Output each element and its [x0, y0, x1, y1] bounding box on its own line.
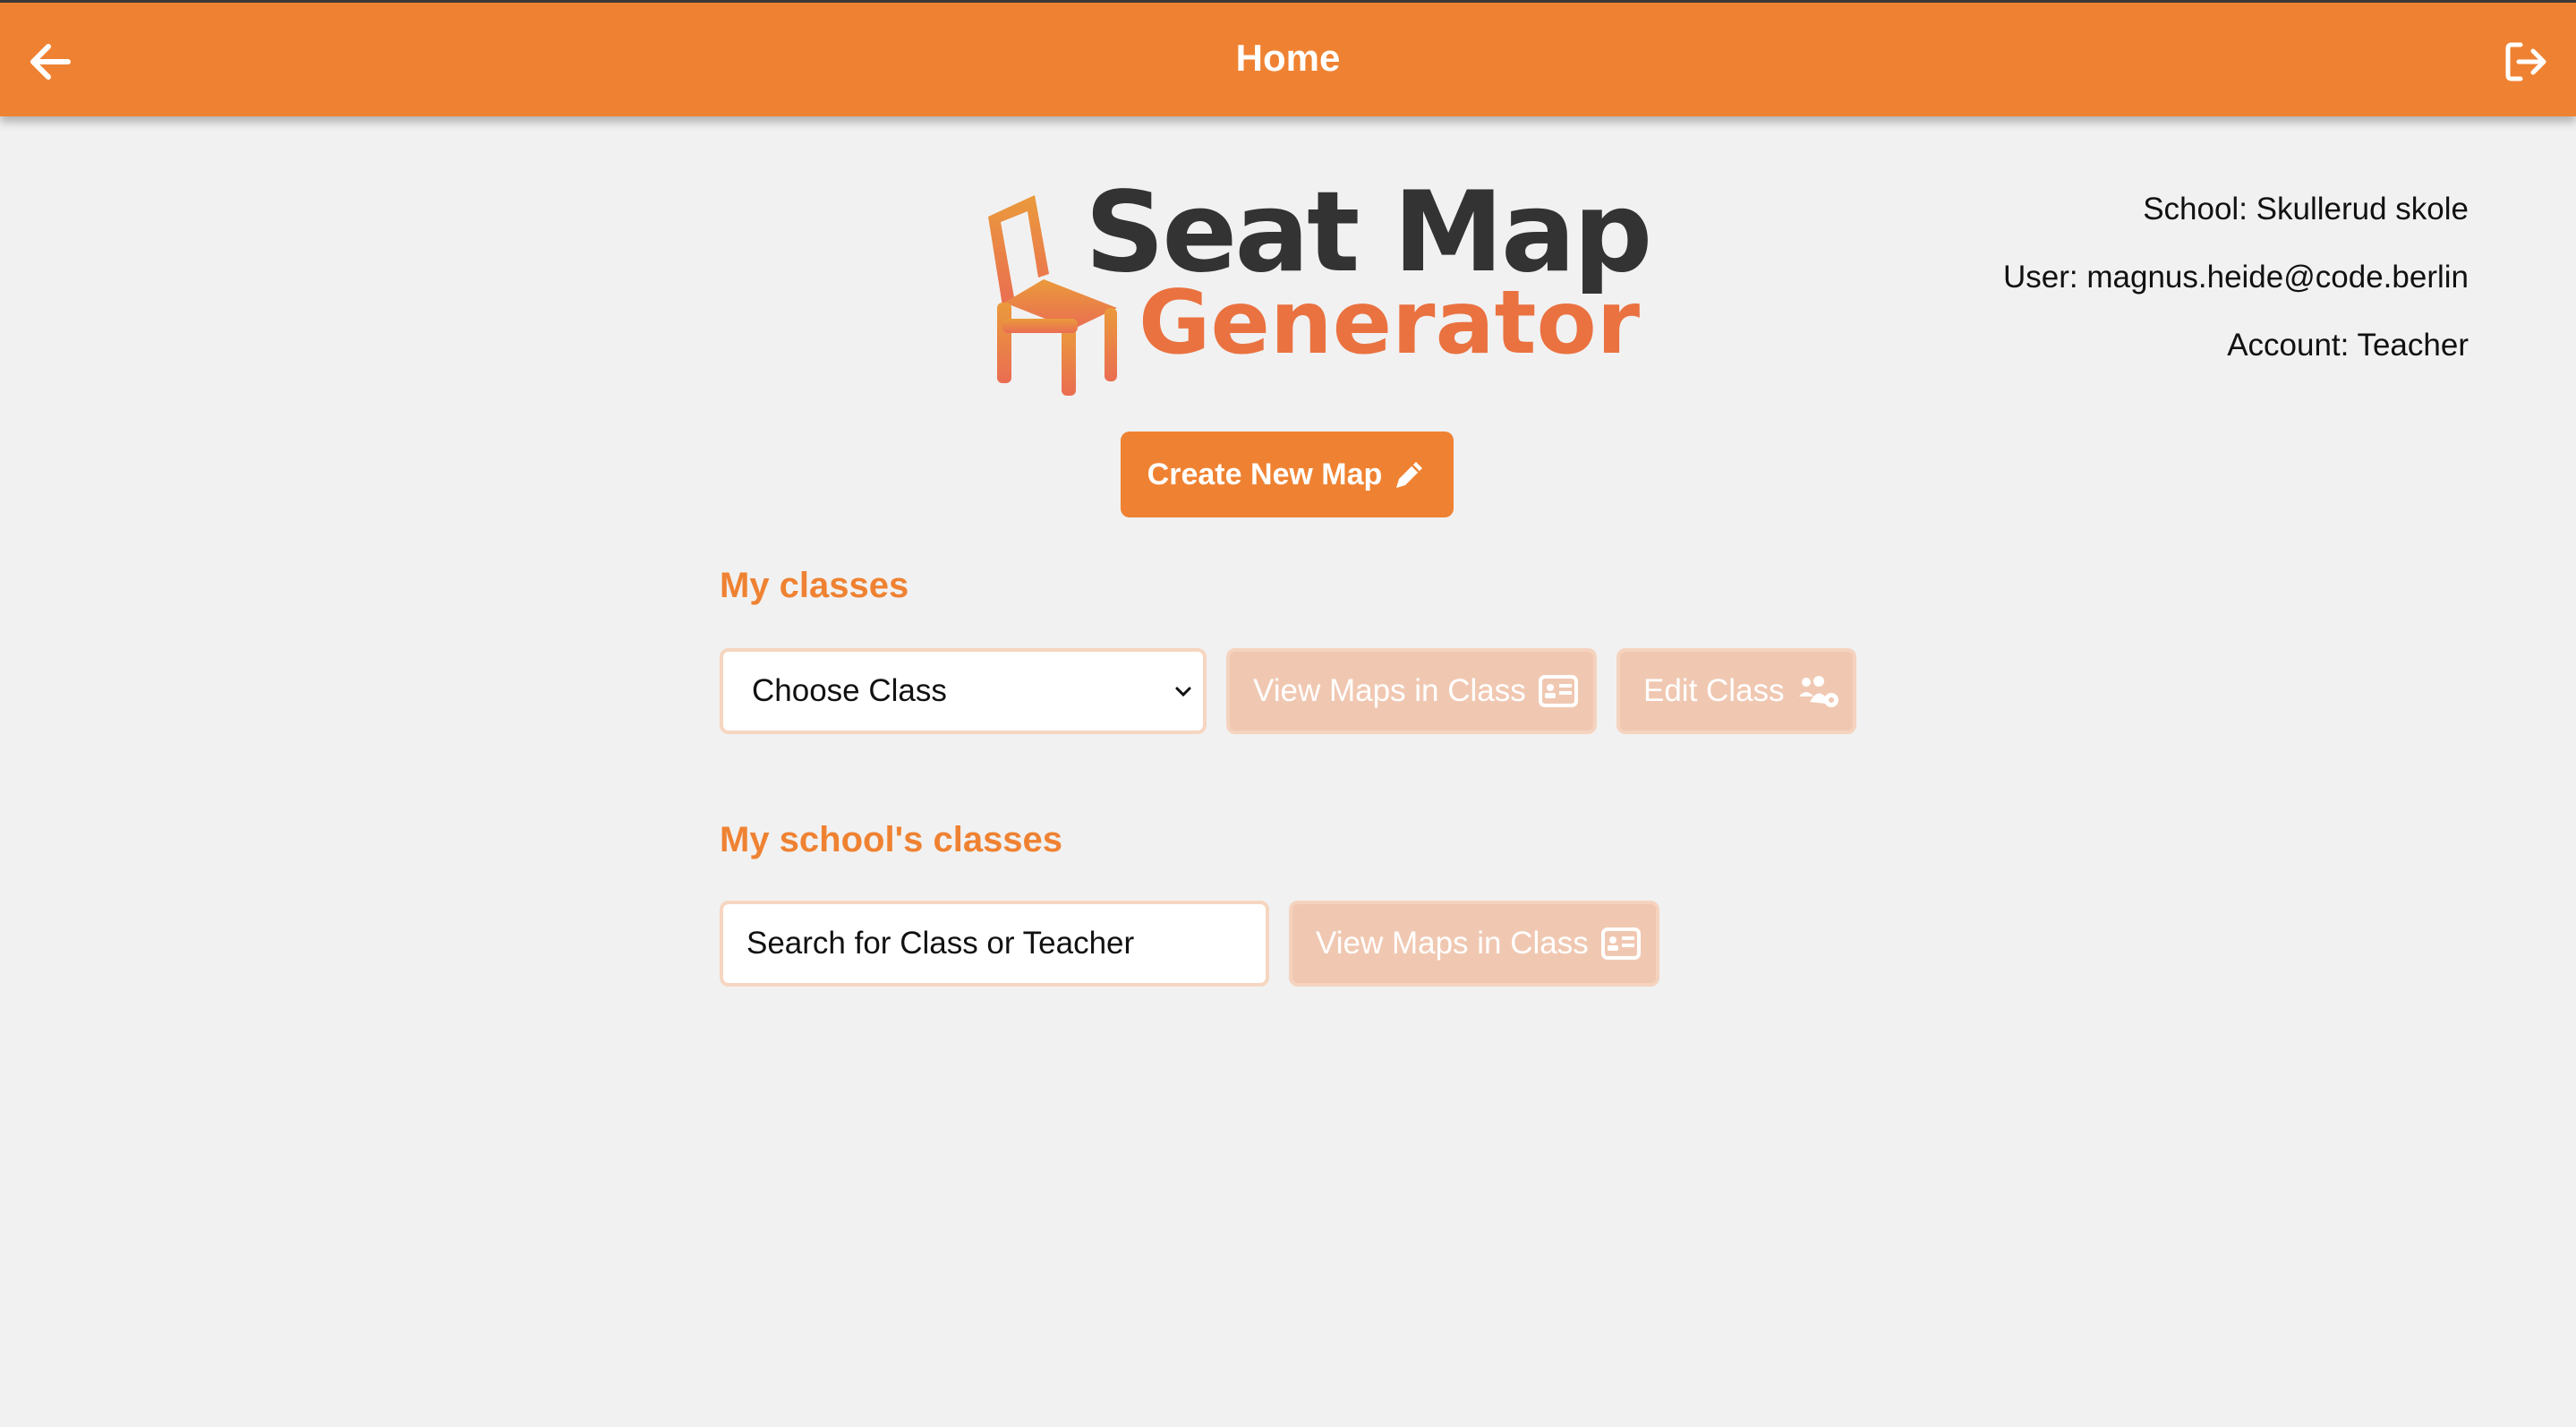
edit-class-label: Edit Class [1643, 673, 1785, 708]
logo-subtitle: Generator [1139, 272, 1641, 374]
school-classes-heading: My school's classes [720, 820, 1063, 859]
id-card-icon [1538, 675, 1578, 707]
edit-class-button[interactable]: Edit Class [1616, 648, 1856, 734]
school-label: School: Skullerud skole [2143, 192, 2469, 226]
choose-class-value: Choose Class [752, 673, 947, 708]
chevron-down-icon [1175, 687, 1191, 697]
school-view-maps-label: View Maps in Class [1316, 926, 1589, 961]
account-label: Account: Teacher [2227, 328, 2469, 363]
view-maps-in-class-button[interactable]: View Maps in Class [1226, 648, 1597, 734]
pencil-icon [1396, 462, 1423, 488]
user-label: User: magnus.heide@code.berlin [2003, 260, 2469, 295]
school-view-maps-in-class-button[interactable]: View Maps in Class [1289, 901, 1659, 987]
page-title: Home [1235, 37, 1341, 79]
choose-class-select[interactable]: Choose Class [720, 648, 1207, 734]
app-logo: Seat Map Generator [985, 168, 1652, 405]
sign-out-icon[interactable] [2503, 38, 2549, 85]
top-app-bar: Home [0, 0, 2576, 116]
view-maps-label: View Maps in Class [1253, 673, 1526, 708]
user-info-panel: School: Skullerud skole User: magnus.hei… [2003, 175, 2469, 380]
class-teacher-search-input[interactable] [720, 901, 1269, 987]
create-new-map-button[interactable]: Create New Map [1121, 432, 1454, 517]
my-classes-heading: My classes [720, 566, 909, 605]
create-new-map-label: Create New Map [1147, 457, 1383, 491]
users-cog-icon [1798, 676, 1838, 707]
id-card-icon [1600, 927, 1641, 960]
